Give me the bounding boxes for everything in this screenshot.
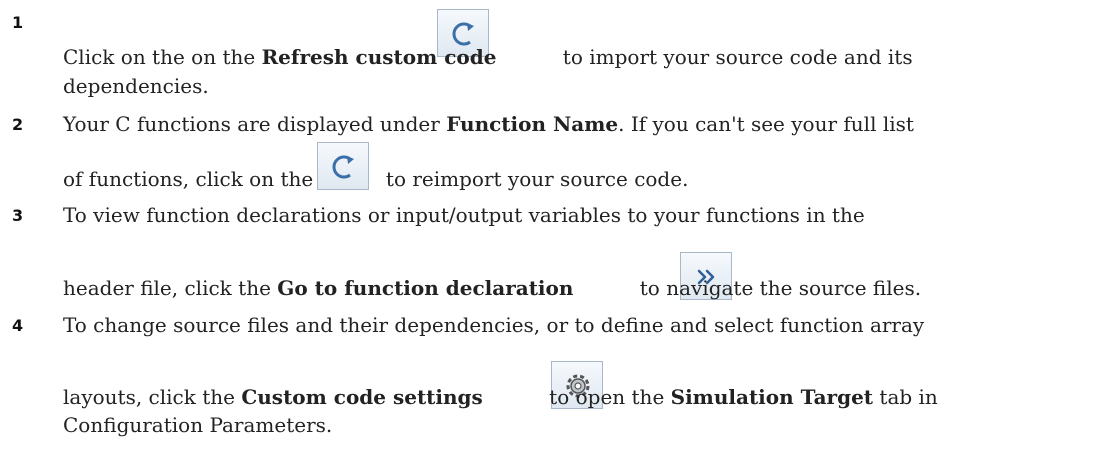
custom-code-settings-label: Custom code settings — [241, 385, 483, 409]
step-number: 3 — [12, 206, 24, 225]
step-number: 2 — [12, 115, 24, 134]
step-2-text: Your C functions are displayed under Fun… — [63, 112, 914, 136]
step-4-text-continued-2: Configuration Parameters. — [63, 413, 333, 437]
function-name-label: Function Name — [446, 112, 619, 136]
step-4-text: To change source files and their depende… — [63, 313, 925, 337]
step-3-text: To view function declarations or input/o… — [63, 203, 865, 227]
step-1-text: Click on the on the Refresh custom code … — [63, 45, 913, 69]
step-3-text-continued: header file, click the Go to function de… — [63, 276, 922, 300]
step-1-text-continued: dependencies. — [63, 74, 209, 98]
go-to-function-declaration-label: Go to function declaration — [277, 276, 574, 300]
refresh-custom-code-label: Refresh custom code — [261, 45, 497, 69]
step-number: 1 — [12, 13, 24, 32]
step-number: 4 — [12, 316, 24, 335]
step-4-text-continued: layouts, click the Custom code settings … — [63, 385, 938, 409]
simulation-target-label: Simulation Target — [670, 385, 874, 409]
step-2-text-continued: of functions, click on the to reimport y… — [63, 167, 689, 191]
